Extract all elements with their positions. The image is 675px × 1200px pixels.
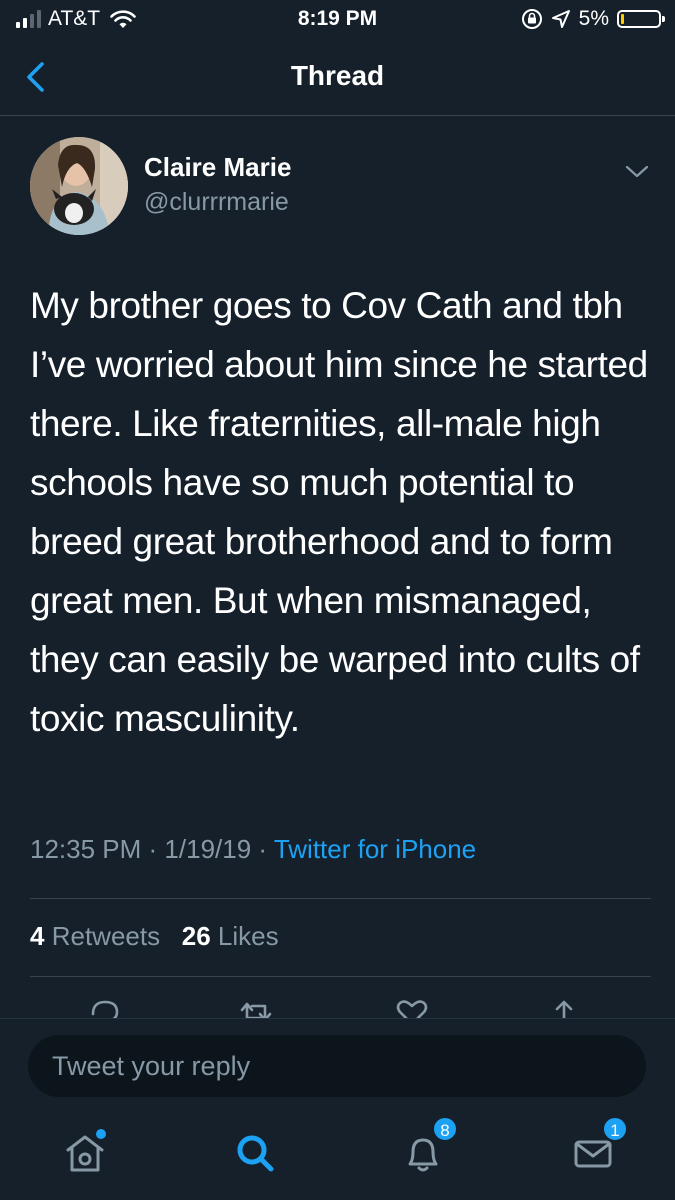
reply-input[interactable]: Tweet your reply xyxy=(28,1035,646,1097)
divider xyxy=(30,898,651,899)
tweet-time: 12:35 PM xyxy=(30,834,142,864)
search-icon xyxy=(237,1135,274,1172)
tweet-meta: 12:35 PM · 1/19/19 · Twitter for iPhone xyxy=(30,834,476,865)
likes-stat[interactable]: 26 Likes xyxy=(182,921,279,951)
tab-messages[interactable]: 1 xyxy=(568,1116,628,1178)
tweet-date: 1/19/19 xyxy=(164,834,252,864)
notifications-badge: 8 xyxy=(432,1116,458,1142)
like-heart-icon[interactable] xyxy=(394,998,430,1018)
battery-fill xyxy=(621,14,624,24)
meta-separator: · xyxy=(148,834,165,864)
tweet-stats: 4 Retweets 26 Likes xyxy=(30,921,279,952)
retweets-stat[interactable]: 4 Retweets xyxy=(30,921,160,951)
avatar[interactable] xyxy=(30,137,128,235)
likes-count: 26 xyxy=(181,921,211,951)
status-bar: AT&T 8:19 PM 5% xyxy=(0,0,675,40)
battery-icon xyxy=(617,10,665,28)
retweets-label: Retweets xyxy=(51,921,161,951)
reply-bar: Tweet your reply xyxy=(0,1018,675,1111)
location-arrow-icon xyxy=(551,10,570,28)
avatar-photo xyxy=(30,137,128,235)
orientation-lock-icon xyxy=(521,9,542,29)
tweet-source-link[interactable]: Twitter for iPhone xyxy=(274,834,476,864)
tab-bar: 8 1 xyxy=(0,1110,675,1200)
new-content-dot xyxy=(96,1129,106,1139)
likes-label: Likes xyxy=(217,921,279,951)
share-icon[interactable] xyxy=(546,998,582,1018)
tweet-actions xyxy=(0,998,675,1018)
chevron-down-icon[interactable] xyxy=(624,164,650,180)
meta-separator: · xyxy=(258,834,274,864)
author-name[interactable]: Claire Marie xyxy=(144,152,291,183)
author-handle[interactable]: @clurrrmarie xyxy=(144,188,289,217)
tab-home[interactable] xyxy=(60,1128,110,1178)
retweets-count: 4 xyxy=(30,921,45,951)
retweet-icon[interactable] xyxy=(238,998,274,1018)
reply-icon[interactable] xyxy=(87,998,123,1018)
tweet-text: My brother goes to Cov Cath and tbh I’ve… xyxy=(30,285,648,739)
status-right: 5% xyxy=(521,7,665,31)
nav-header: Thread xyxy=(0,40,675,116)
tab-search[interactable] xyxy=(230,1128,280,1178)
page-title: Thread xyxy=(290,60,385,91)
battery-percent: 5% xyxy=(578,7,609,30)
messages-badge: 1 xyxy=(602,1116,628,1142)
divider xyxy=(30,976,651,977)
tab-notifications[interactable]: 8 xyxy=(398,1116,458,1178)
